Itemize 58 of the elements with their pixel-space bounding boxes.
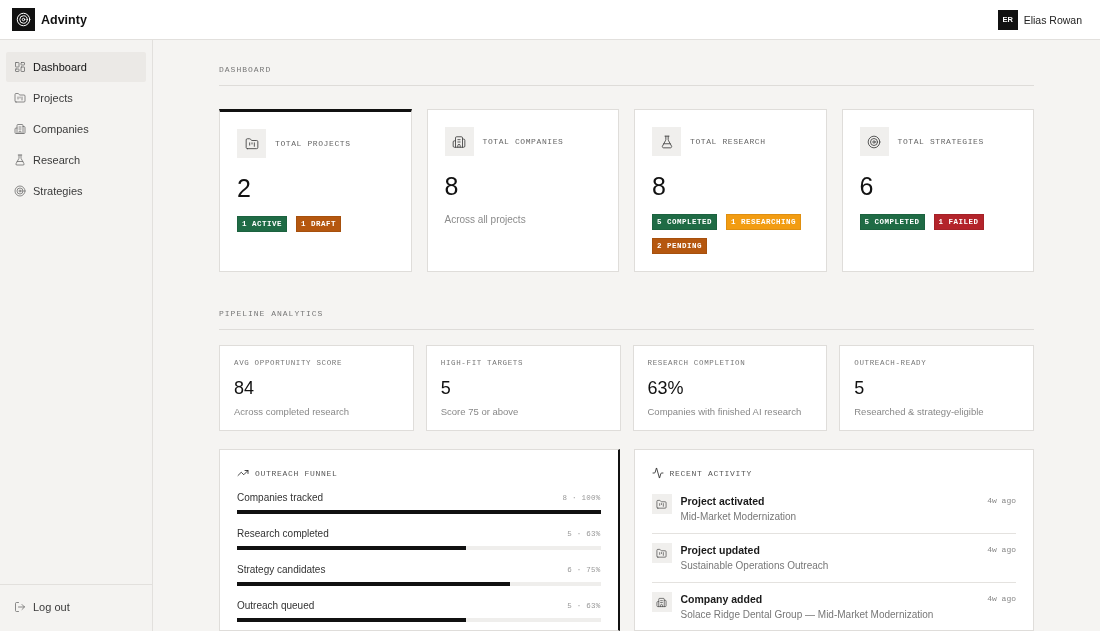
section-heading: DASHBOARD [219, 65, 1034, 86]
metric-value: 84 [234, 377, 256, 399]
activity-detail: Sustainable Operations Outreach [680, 559, 830, 573]
activity-time: 4w ago [987, 544, 1016, 556]
stat-note: Across all projects [444, 213, 527, 227]
activity-time: 4w ago [987, 593, 1016, 605]
building-icon [14, 123, 26, 135]
sidebar-item[interactable]: Projects [6, 83, 146, 113]
stat-value: 2 [237, 173, 252, 203]
metric-value: 5 [854, 377, 866, 399]
stat-value: 8 [652, 171, 667, 201]
panel-title: OUTREACH FUNNEL [255, 468, 338, 478]
activity-time: 4w ago [987, 495, 1016, 507]
activity-detail: Solace Ridge Dental Group — Mid-Market Modernization [680, 608, 935, 622]
panel-title: RECENT ACTIVITY [669, 468, 752, 478]
stat-title: TOTAL COMPANIES [482, 137, 564, 146]
funnel-label: Companies tracked [237, 492, 324, 503]
trend-up-icon [237, 467, 249, 479]
folder-icon [237, 129, 266, 158]
flask-icon [14, 154, 26, 166]
grid-icon [14, 61, 26, 73]
logo-icon [12, 8, 35, 31]
metric-note: Score 75 or above [440, 405, 520, 418]
logout-icon [14, 601, 26, 613]
logout-link[interactable]: Log out [6, 592, 146, 622]
user-name: Elias Rowan [1023, 13, 1082, 26]
building-icon [651, 592, 672, 612]
sidebar-item[interactable]: Research [6, 145, 146, 175]
sidebar-item[interactable]: Companies [6, 114, 146, 144]
activity-title: Project updated [680, 543, 761, 557]
metric-value: 5 [440, 377, 452, 399]
stat-value: 8 [444, 171, 460, 201]
stat-title: TOTAL STRATEGIES [897, 137, 984, 146]
folder-icon [651, 543, 672, 563]
activity-title: Company added [680, 592, 764, 606]
funnel-label: Research completed [237, 528, 329, 539]
metric-note: Researched & strategy-eligible [854, 405, 985, 418]
target-icon [14, 185, 26, 197]
pulse-icon [651, 467, 664, 479]
section-heading: PIPELINE ANALYTICS [219, 309, 1034, 330]
sidebar-item[interactable]: Dashboard [6, 52, 146, 82]
metric-note: Companies with finished AI research [647, 405, 803, 418]
metric-note: Across completed research [234, 405, 351, 418]
funnel-label: Outreach queued [237, 600, 315, 611]
folder-icon [14, 92, 26, 104]
flask-icon [652, 127, 681, 156]
funnel-label: Strategy candidates [237, 564, 326, 575]
activity-title: Project activated [680, 494, 766, 508]
stat-value: 6 [859, 171, 875, 201]
target-icon [859, 127, 889, 156]
folder-icon [651, 494, 672, 514]
stat-title: TOTAL PROJECTS [275, 139, 351, 148]
activity-detail: Mid-Market Modernization [680, 510, 798, 524]
metric-value: 63% [647, 377, 685, 399]
stat-title: TOTAL RESEARCH [690, 137, 766, 146]
app-name: Advinty [41, 12, 87, 27]
building-icon [444, 127, 474, 156]
sidebar-item[interactable]: Strategies [6, 176, 146, 206]
